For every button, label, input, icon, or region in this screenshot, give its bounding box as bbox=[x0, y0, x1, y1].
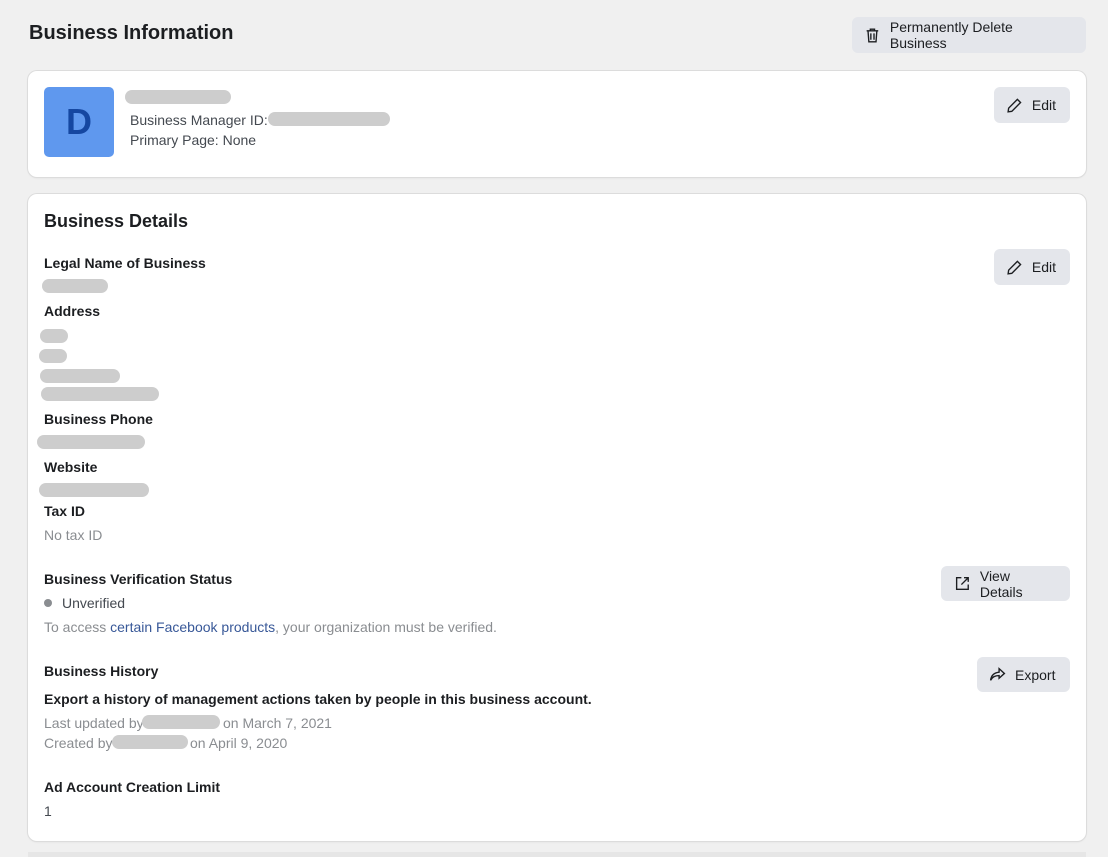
created-suffix: on April 9, 2020 bbox=[190, 735, 288, 751]
verification-note-prefix: To access bbox=[44, 619, 111, 635]
redacted-business-name bbox=[125, 90, 231, 104]
primary-page-text: Primary Page: None bbox=[130, 132, 257, 148]
trash-icon bbox=[866, 27, 879, 43]
ad-account-limit-value: 1 bbox=[44, 803, 52, 819]
redacted-legal-name bbox=[42, 279, 108, 293]
status-dot bbox=[44, 599, 52, 607]
business-details-title: Business Details bbox=[44, 211, 189, 231]
export-button[interactable]: Export bbox=[977, 657, 1070, 692]
view-details-button[interactable]: View Details bbox=[941, 566, 1070, 601]
pencil-icon bbox=[1007, 97, 1022, 113]
next-card-edge bbox=[28, 852, 1086, 857]
view-details-label: View Details bbox=[979, 567, 1023, 600]
business-profile-card: D Business Manager ID: Primary Page: Non… bbox=[28, 71, 1086, 177]
page-title: Business Information bbox=[29, 22, 234, 44]
redacted-address-line-2 bbox=[39, 349, 67, 363]
created-prefix: Created by bbox=[44, 735, 113, 751]
profile-edit-button[interactable]: Edit bbox=[994, 87, 1070, 123]
permanently-delete-business-button[interactable]: Permanently Delete Business bbox=[852, 17, 1086, 53]
legal-name-label: Legal Name of Business bbox=[44, 255, 206, 271]
tax-id-value: No tax ID bbox=[44, 527, 103, 543]
pencil-icon bbox=[1007, 259, 1022, 275]
external-link-icon bbox=[955, 577, 969, 590]
details-edit-button[interactable]: Edit bbox=[994, 249, 1070, 285]
redacted-business-manager-id bbox=[268, 112, 390, 126]
profile-edit-label: Edit bbox=[1031, 97, 1056, 113]
business-phone-label: Business Phone bbox=[44, 411, 153, 427]
verification-note-suffix: , your organization must be verified. bbox=[275, 619, 497, 635]
verification-note: To access certain Facebook products, you… bbox=[44, 619, 497, 635]
last-updated-prefix: Last updated by bbox=[44, 715, 144, 731]
last-updated-suffix: on March 7, 2021 bbox=[223, 715, 332, 731]
address-label: Address bbox=[44, 303, 101, 319]
avatar: D bbox=[44, 87, 114, 157]
redacted-business-phone bbox=[37, 435, 145, 449]
business-manager-id-label: Business Manager ID: bbox=[130, 112, 268, 128]
business-details-card: Business Details Edit Legal Name of Busi… bbox=[28, 194, 1086, 841]
business-history-description: Export a history of management actions t… bbox=[44, 691, 592, 707]
certain-facebook-products-link[interactable]: certain Facebook products bbox=[110, 619, 275, 635]
details-edit-label: Edit bbox=[1031, 259, 1056, 275]
export-label: Export bbox=[1015, 666, 1056, 683]
share-arrow-icon bbox=[989, 667, 1006, 681]
redacted-website bbox=[39, 483, 149, 497]
delete-button-label: Permanently Delete Business bbox=[889, 19, 1013, 51]
redacted-address-line-1 bbox=[40, 329, 68, 343]
tax-id-label: Tax ID bbox=[44, 503, 85, 519]
verification-status-label: Business Verification Status bbox=[44, 571, 233, 587]
redacted-updated-by-name bbox=[142, 715, 220, 729]
redacted-address-line-3 bbox=[40, 369, 120, 383]
business-history-label: Business History bbox=[44, 663, 159, 679]
website-label: Website bbox=[44, 459, 98, 475]
ad-account-limit-label: Ad Account Creation Limit bbox=[44, 779, 221, 795]
verification-status-value: Unverified bbox=[62, 595, 126, 611]
redacted-created-by-name bbox=[112, 735, 188, 749]
redacted-address-line-4 bbox=[41, 387, 159, 401]
